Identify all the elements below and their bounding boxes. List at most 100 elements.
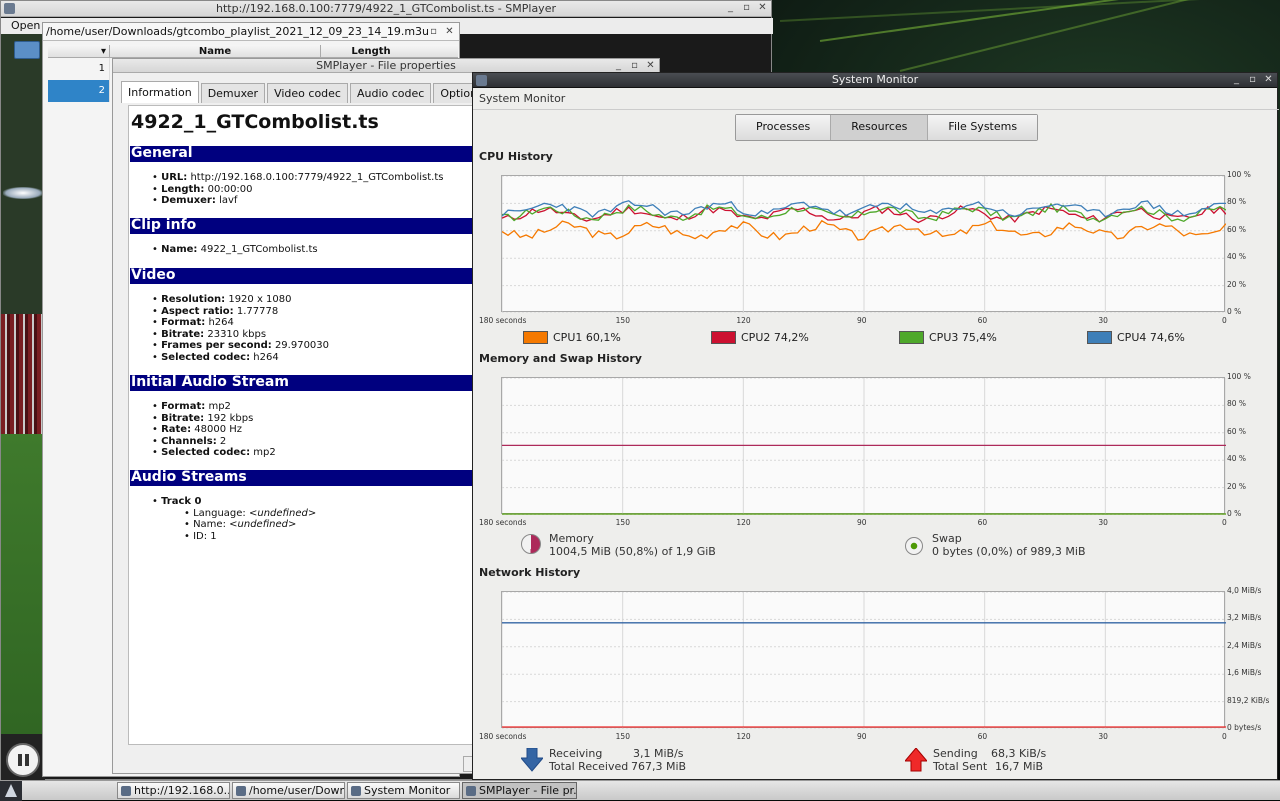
video-area[interactable] (1, 34, 45, 734)
memory-pie-icon[interactable] (521, 534, 541, 554)
taskbar: http://192.168.0.... /home/user/Downl...… (0, 780, 1280, 801)
info-audio-rate: • Rate: 48000 Hz (152, 424, 243, 435)
x-tick-label: 60 (977, 316, 988, 325)
info-resolution: • Resolution: 1920 x 1080 (152, 294, 292, 305)
pause-button[interactable] (6, 743, 40, 777)
start-menu-button[interactable] (0, 781, 22, 801)
task-system-monitor[interactable]: System Monitor (347, 782, 460, 799)
legend-cpu4[interactable]: CPU4 74,6% (1087, 331, 1185, 344)
info-aspect-ratio: • Aspect ratio: 1.77778 (152, 305, 279, 317)
maximize-icon[interactable]: ▫ (740, 2, 753, 15)
task-file-properties[interactable]: SMPlayer - File pr... (462, 782, 577, 799)
info-demuxer: • Demuxer: lavf (152, 195, 238, 206)
memory-history-title: Memory and Swap History (479, 352, 642, 365)
x-tick-label: 30 (1098, 732, 1108, 741)
tab-resources[interactable]: Resources (831, 115, 929, 140)
minimize-icon[interactable]: _ (1230, 74, 1243, 87)
info-format: • Format: h264 (152, 317, 234, 328)
x-tick-label: 60 (977, 732, 988, 741)
close-icon[interactable]: ✕ (756, 2, 769, 15)
x-tick-label: 120 (736, 732, 751, 741)
y-tick-label: 100 % (1227, 372, 1251, 381)
memory-history-graph (501, 377, 1226, 515)
cpu2-color-swatch[interactable] (711, 331, 736, 344)
column-name[interactable]: Name (110, 45, 321, 57)
row-number: 2 (48, 80, 110, 102)
tab-file-systems[interactable]: File Systems (928, 115, 1038, 140)
smplayer-title: http://192.168.0.100:7779/4922_1_GTCombo… (216, 2, 556, 15)
x-tick-label: 150 (615, 316, 630, 325)
network-history-graph (501, 591, 1226, 729)
swap-label: Swap (932, 532, 962, 545)
total-received-label: Total Received (549, 760, 629, 773)
swap-pie-icon[interactable] (905, 537, 923, 555)
y-tick-label: 0 % (1227, 509, 1242, 518)
x-tick-label: 0 (1222, 732, 1227, 741)
task-smplayer[interactable]: http://192.168.0.... (117, 782, 230, 799)
open-folder-icon[interactable] (14, 41, 40, 59)
minimize-icon[interactable]: _ (724, 2, 737, 15)
menu-open[interactable]: Open (11, 19, 40, 32)
x-tick-label: 180 seconds (479, 732, 527, 741)
tab-information[interactable]: Information (121, 81, 199, 103)
info-fps: • Frames per second: 29.970030 (152, 340, 330, 351)
stadium-light (3, 187, 43, 199)
info-track-id: • ID: 1 (184, 530, 217, 542)
stadium-stand (1, 314, 45, 434)
info-track-name: • Name: <undefined> (184, 519, 297, 530)
sending-arrow-icon (905, 748, 927, 772)
fileprops-titlebar[interactable]: SMPlayer - File properties _ ▫ ✕ (113, 59, 659, 73)
playlist-task-icon (236, 786, 246, 796)
info-audio-channels: • Channels: 2 (152, 435, 227, 447)
separator (473, 109, 1279, 110)
sysmon-titlebar[interactable]: System Monitor _ ▫ ✕ (473, 73, 1277, 88)
y-tick-label: 819,2 KiB/s (1227, 695, 1270, 705)
float-icon[interactable]: ▫ (427, 26, 440, 39)
memory-label: Memory (549, 532, 594, 545)
y-tick-label: 20 % (1227, 279, 1247, 289)
sending-value: 68,3 KiB/s (991, 747, 1047, 760)
legend-cpu2[interactable]: CPU2 74,2% (711, 331, 809, 344)
cpu3-color-swatch[interactable] (899, 331, 924, 344)
column-length[interactable]: Length (321, 45, 421, 57)
x-tick-label: 180 seconds (479, 316, 527, 325)
y-tick-label: 80 % (1227, 399, 1247, 409)
network-history-title: Network History (479, 566, 581, 579)
x-tick-label: 90 (857, 732, 867, 741)
sort-dropdown-icon[interactable]: ▾ (48, 45, 110, 57)
cpu1-color-swatch[interactable] (523, 331, 548, 344)
y-tick-label: 0 bytes/s (1227, 723, 1262, 732)
receiving-arrow-icon (521, 748, 543, 772)
tab-video-codec[interactable]: Video codec (267, 83, 348, 103)
x-tick-label: 150 (615, 732, 630, 741)
legend-cpu3[interactable]: CPU3 75,4% (899, 331, 997, 344)
sysmon-menu[interactable]: System Monitor (479, 92, 565, 105)
player-controls (1, 734, 45, 781)
x-tick-label: 150 (615, 518, 630, 527)
playlist-header: ▾ Name Length (48, 45, 458, 58)
tab-processes[interactable]: Processes (736, 115, 832, 140)
total-sent-label: Total Sent (933, 760, 988, 773)
cpu4-color-swatch[interactable] (1087, 331, 1112, 344)
row-number: 1 (48, 58, 110, 80)
info-video-codec: • Selected codec: h264 (152, 351, 279, 363)
smplayer-task-icon (121, 786, 131, 796)
close-icon[interactable]: ✕ (1262, 74, 1275, 87)
tab-demuxer[interactable]: Demuxer (200, 83, 266, 103)
info-audio-format: • Format: mp2 (152, 401, 231, 412)
tab-audio-codec[interactable]: Audio codec (349, 83, 432, 103)
y-tick-label: 60 % (1227, 224, 1247, 234)
info-length: • Length: 00:00:00 (152, 183, 253, 195)
maximize-icon[interactable]: ▫ (1246, 74, 1259, 87)
legend-cpu1[interactable]: CPU1 60,1% (523, 331, 621, 344)
x-tick-label: 30 (1098, 316, 1108, 325)
sysmon-tabs: Processes Resources File Systems (735, 114, 1039, 141)
receiving-value: 3,1 MiB/s (633, 747, 684, 760)
x-tick-label: 180 seconds (479, 518, 527, 527)
close-icon[interactable]: ✕ (443, 26, 456, 39)
task-playlist[interactable]: /home/user/Downl... (232, 782, 345, 799)
y-tick-label: 0 % (1227, 307, 1242, 316)
y-tick-label: 60 % (1227, 426, 1247, 436)
smplayer-titlebar[interactable]: http://192.168.0.100:7779/4922_1_GTCombo… (1, 1, 771, 17)
memory-value: 1004,5 MiB (50,8%) of 1,9 GiB (549, 545, 716, 558)
